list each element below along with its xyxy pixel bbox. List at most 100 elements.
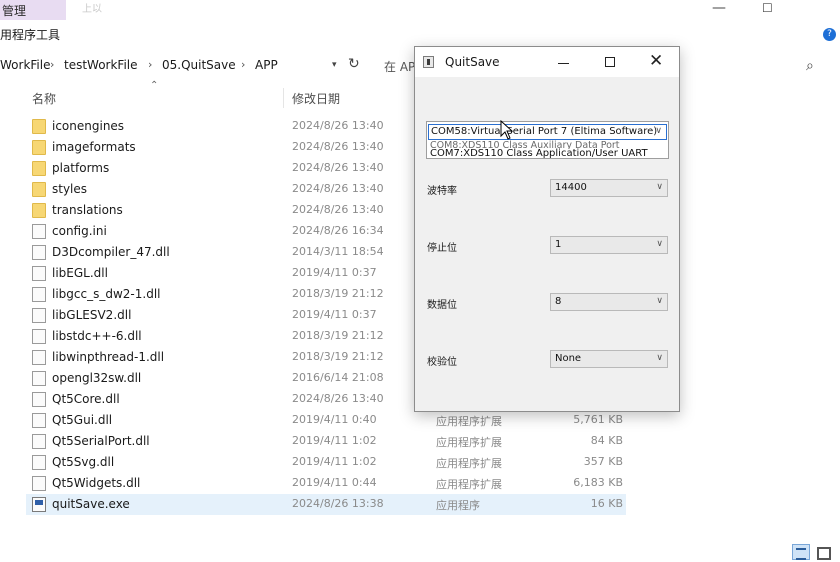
file-name: libstdc++-6.dll <box>52 329 142 343</box>
search-icon[interactable]: ⌕ <box>806 58 814 74</box>
file-icon <box>32 350 46 365</box>
mouse-pointer-icon <box>500 120 514 140</box>
file-date: 2024/8/26 13:40 <box>292 182 384 195</box>
file-icon <box>32 224 46 239</box>
file-name: config.ini <box>52 224 107 238</box>
stop-bits-label: 停止位 <box>427 243 457 254</box>
details-view-icon[interactable] <box>792 544 810 560</box>
file-date: 2016/6/14 21:08 <box>292 371 384 384</box>
file-icon <box>32 413 46 428</box>
file-icon <box>32 266 46 281</box>
data-bits-select[interactable]: 8 ∨ <box>550 293 668 311</box>
manage-tab[interactable]: 管理 <box>0 0 66 20</box>
manage-tab-label: 管理 <box>2 4 27 18</box>
file-icon <box>32 308 46 323</box>
file-name: Qt5Svg.dll <box>52 455 115 469</box>
file-type: 应用程序 <box>436 499 480 512</box>
file-size: 5,761 KB <box>573 413 623 426</box>
baud-rate-label: 波特率 <box>427 186 457 197</box>
stop-bits-value: 1 <box>555 239 562 250</box>
file-name: translations <box>52 203 123 217</box>
file-date: 2019/4/11 0:37 <box>292 266 377 279</box>
breadcrumb-workfile[interactable]: WorkFile <box>0 58 50 72</box>
file-date: 2024/8/26 13:40 <box>292 203 384 216</box>
explorer-title-strip: 管理 上以 — ☐ <box>0 0 840 22</box>
breadcrumb-testworkfile[interactable]: testWorkFile <box>64 58 138 72</box>
file-size: 6,183 KB <box>573 476 623 489</box>
file-icon <box>32 455 46 470</box>
file-name: Qt5Gui.dll <box>52 413 113 427</box>
file-date: 2019/4/11 0:37 <box>292 308 377 321</box>
file-row[interactable]: Qt5Widgets.dll 2019/4/11 0:44 应用程序扩展 6,183 … <box>26 473 626 494</box>
file-date: 2018/3/19 21:12 <box>292 350 384 363</box>
file-row[interactable]: quitSave.exe 2024/8/26 13:38 应用程序 16 KB <box>26 494 626 515</box>
file-date: 2014/3/11 18:54 <box>292 245 384 258</box>
explorer-maximize-icon[interactable]: ☐ <box>762 1 773 15</box>
file-icon <box>32 329 46 344</box>
file-date: 2024/8/26 13:40 <box>292 119 384 132</box>
quitsave-dialog: QuitSave ✕ COM58:Virtual Serial Port 7 (… <box>414 46 680 412</box>
file-icon <box>32 392 46 407</box>
file-name: Qt5Widgets.dll <box>52 476 141 490</box>
file-row[interactable]: Qt5Svg.dll 2019/4/11 1:02 应用程序扩展 357 KB <box>26 452 626 473</box>
folder-icon <box>32 161 46 176</box>
stop-bits-select[interactable]: 1 ∨ <box>550 236 668 254</box>
column-header-date[interactable]: 修改日期 <box>292 90 340 107</box>
file-name: libGLESV2.dll <box>52 308 132 322</box>
file-name: styles <box>52 182 88 196</box>
ribbon-tab-app-tools[interactable]: 用程序工具 <box>0 26 60 43</box>
column-header-name[interactable]: 名称 <box>32 90 56 107</box>
breadcrumb-separator-icon: › <box>241 58 246 71</box>
refresh-icon[interactable]: ↻ <box>348 56 360 72</box>
file-date: 2019/4/11 1:02 <box>292 434 377 447</box>
file-type: 应用程序扩展 <box>436 457 502 470</box>
file-name: libEGL.dll <box>52 266 108 280</box>
folder-icon <box>32 203 46 218</box>
file-size: 16 KB <box>590 497 623 510</box>
file-row[interactable]: Qt5SerialPort.dll 2019/4/11 1:02 应用程序扩展 84 … <box>26 431 626 452</box>
serial-port-selected-item[interactable]: COM58:Virtual Serial Port 7 (Eltima Soft… <box>428 124 667 140</box>
file-date: 2019/4/11 1:02 <box>292 455 377 468</box>
breadcrumb-app[interactable]: APP <box>255 58 278 72</box>
data-bits-label: 数据位 <box>427 300 457 311</box>
minimize-icon[interactable] <box>558 63 569 64</box>
file-name: libgcc_s_dw2-1.dll <box>52 287 161 301</box>
dialog-title: QuitSave <box>445 55 500 69</box>
file-name: opengl32sw.dll <box>52 371 142 385</box>
baud-rate-select[interactable]: 14400 ∨ <box>550 179 668 197</box>
close-icon[interactable]: ✕ <box>649 51 663 71</box>
column-divider[interactable] <box>283 88 284 108</box>
baud-rate-value: 14400 <box>555 182 587 193</box>
search-input[interactable]: 在 AP <box>384 58 415 75</box>
chevron-down-icon: ∨ <box>656 353 663 363</box>
parity-select[interactable]: None ∨ <box>550 350 668 368</box>
help-icon[interactable]: ? <box>823 28 836 41</box>
address-dropdown-icon[interactable]: ▾ <box>332 60 337 70</box>
file-row[interactable]: Qt5Gui.dll 2019/4/11 0:40 应用程序扩展 5,761 KB <box>26 410 626 431</box>
maximize-icon[interactable] <box>605 57 615 67</box>
file-icon <box>32 287 46 302</box>
file-date: 2018/3/19 21:12 <box>292 329 384 342</box>
file-date: 2024/8/26 13:38 <box>292 497 384 510</box>
file-name: libwinpthread-1.dll <box>52 350 165 364</box>
explorer-minimize-icon[interactable]: — <box>712 0 726 16</box>
file-icon <box>32 371 46 386</box>
chevron-down-icon: ∨ <box>656 182 663 192</box>
file-icon <box>32 476 46 491</box>
chevron-down-icon[interactable]: ∨ <box>655 126 662 136</box>
app-icon <box>423 56 434 68</box>
file-name: Qt5SerialPort.dll <box>52 434 150 448</box>
serial-port-dropdown[interactable]: COM58:Virtual Serial Port 7 (Eltima Soft… <box>426 121 669 159</box>
file-date: 2019/4/11 0:40 <box>292 413 377 426</box>
folder-icon <box>32 140 46 155</box>
serial-port-option-xds110-uart[interactable]: COM7:XDS110 Class Application/User UART <box>430 148 648 158</box>
breadcrumb-quitsave[interactable]: 05.QuitSave <box>162 58 236 72</box>
file-size: 357 KB <box>583 455 623 468</box>
breadcrumb-separator-icon: › <box>148 58 153 71</box>
application-icon <box>32 497 46 512</box>
file-date: 2018/3/19 21:12 <box>292 287 384 300</box>
file-name: quitSave.exe <box>52 497 130 511</box>
dialog-title-bar[interactable]: QuitSave ✕ <box>415 47 679 77</box>
large-icons-view-icon[interactable] <box>814 544 832 560</box>
data-bits-value: 8 <box>555 296 562 307</box>
